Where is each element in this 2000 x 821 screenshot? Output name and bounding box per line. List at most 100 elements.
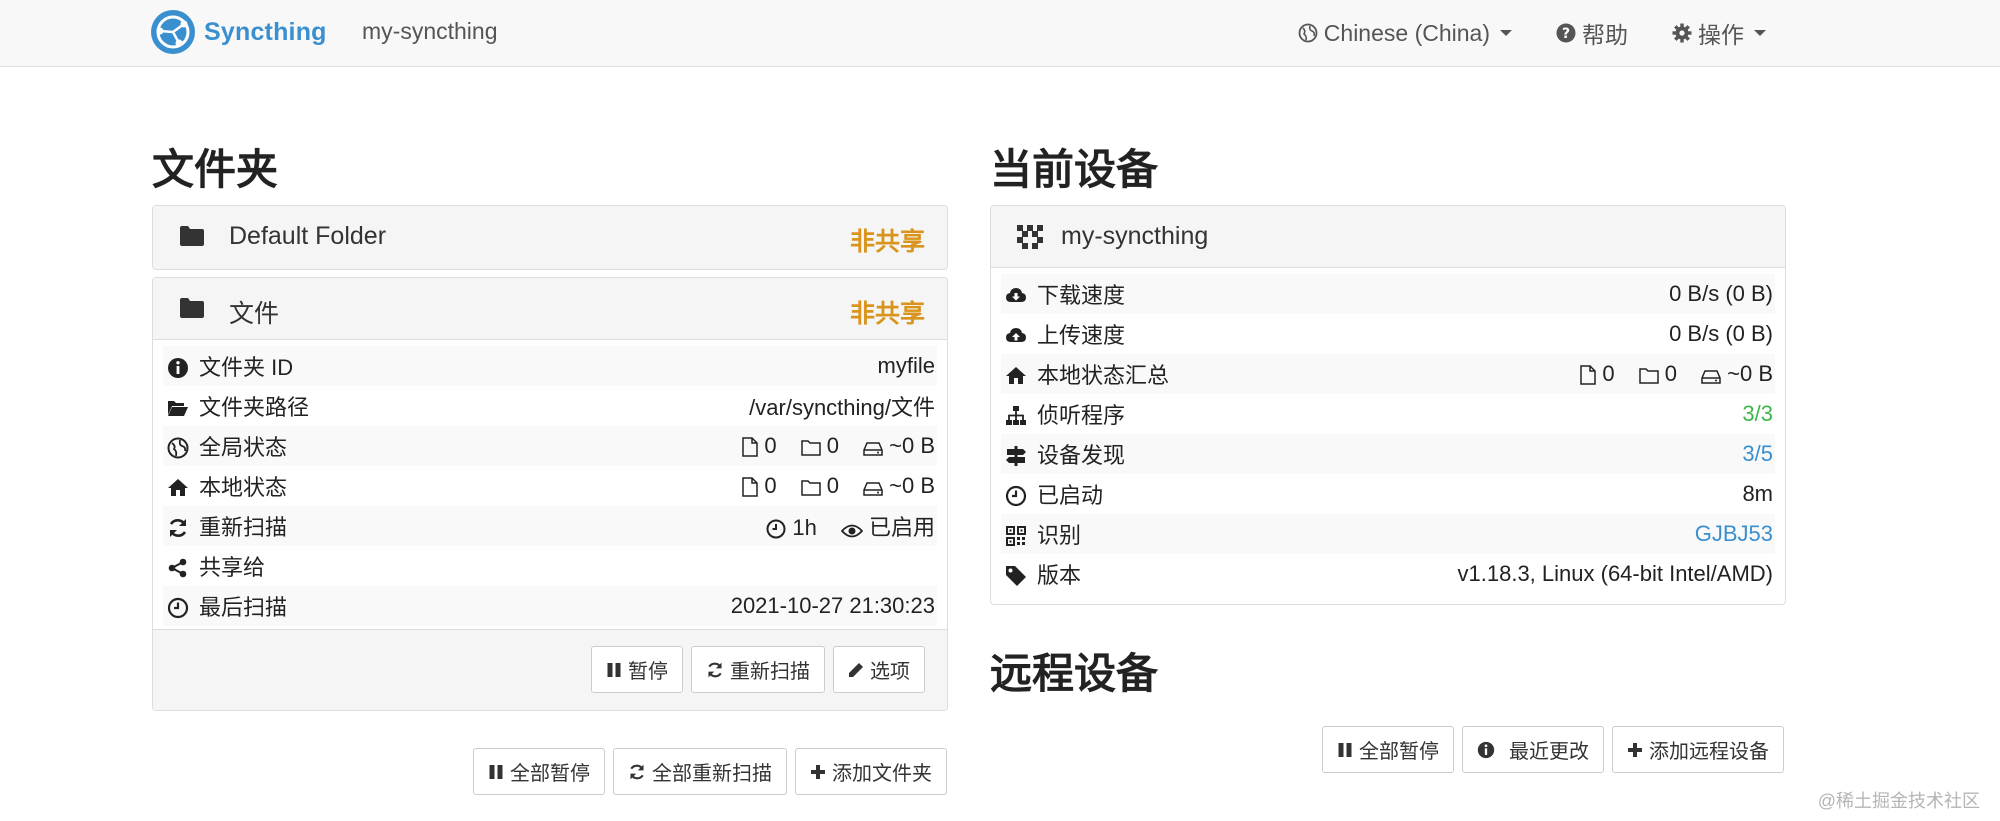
watermark: @稀土掘金技术社区 xyxy=(1817,791,1980,811)
recent-changes-label: 最近更改 xyxy=(1509,741,1589,763)
device-id-link[interactable]: GJBJ53 xyxy=(1695,521,1773,546)
home-icon xyxy=(168,479,188,496)
question-circle-icon: ? xyxy=(1556,23,1576,43)
upload-rate-label: 上传速度 xyxy=(1037,323,1126,348)
table-row: 重新扫描 1h 已启用 xyxy=(163,506,937,546)
eye-icon xyxy=(840,524,863,538)
recent-changes-button[interactable]: 最近更改 xyxy=(1462,726,1604,773)
device-size: ~0 B xyxy=(1727,361,1773,386)
pause-icon xyxy=(489,764,503,779)
file-icon xyxy=(742,477,759,497)
folder-status-badge: 非共享 xyxy=(849,300,925,328)
hdd-icon xyxy=(863,442,883,456)
brand-name: Syncthing xyxy=(204,17,327,46)
pause-all-folders-button[interactable]: 全部暂停 xyxy=(473,748,605,795)
add-folder-button[interactable]: 添加文件夹 xyxy=(795,748,947,795)
uptime-value: 8m xyxy=(1742,481,1773,506)
file-icon xyxy=(742,437,759,457)
global-files-count: 0 xyxy=(764,433,777,458)
local-files-count: 0 xyxy=(764,473,777,498)
this-device-panel: my-syncthing 下载速度 0 B/s (0 B) 上传速度 0 B/s… xyxy=(990,205,1786,605)
refresh-icon xyxy=(169,519,187,537)
download-rate-label: 下载速度 xyxy=(1037,283,1126,308)
folder-title: Default Folder xyxy=(229,222,387,250)
rescan-all-label: 全部重新扫描 xyxy=(652,763,772,785)
folder-path-label: 文件夹路径 xyxy=(199,395,310,420)
rescan-folder-button[interactable]: 重新扫描 xyxy=(691,646,825,693)
folders-heading: 文件夹 xyxy=(152,146,279,193)
help-link[interactable]: ? 帮助 xyxy=(1556,16,1628,50)
last-scan-label: 最后扫描 xyxy=(199,595,288,620)
table-row: 上传速度 0 B/s (0 B) xyxy=(1001,314,1775,354)
folder-outline-icon xyxy=(1639,368,1659,384)
folder-panel-files: 文件 非共享 文件夹 ID myfile 文件夹路径 /var/syncthin… xyxy=(152,277,948,711)
clock-icon xyxy=(766,519,786,539)
hdd-icon xyxy=(863,482,883,496)
syncthing-logo-icon xyxy=(151,10,195,54)
table-row: 已启动 8m xyxy=(1001,474,1775,514)
this-device-table: 下载速度 0 B/s (0 B) 上传速度 0 B/s (0 B) 本地状态汇总… xyxy=(1001,274,1775,594)
pause-folder-button[interactable]: 暂停 xyxy=(591,646,683,693)
pencil-icon xyxy=(849,662,863,677)
listeners-value[interactable]: 3/3 xyxy=(1742,401,1773,426)
table-row: 本地状态汇总 0 0 ~0 B xyxy=(1001,354,1775,394)
svg-text:?: ? xyxy=(1562,26,1570,42)
table-row: 文件夹路径 /var/syncthing/文件 xyxy=(163,386,937,426)
folder-id-value: myfile xyxy=(877,353,935,378)
cloud-upload-icon xyxy=(1006,328,1026,342)
clock-icon xyxy=(1005,485,1027,507)
version-label: 版本 xyxy=(1037,563,1082,588)
table-row: 文件夹 ID myfile xyxy=(163,346,937,386)
folder-open-icon xyxy=(168,401,188,416)
tag-icon xyxy=(1006,566,1026,586)
language-dropdown[interactable]: Chinese (China) xyxy=(1298,20,1512,47)
folder-outline-icon xyxy=(801,440,821,456)
folder-details-table: 文件夹 ID myfile 文件夹路径 /var/syncthing/文件 全局… xyxy=(163,346,937,626)
add-folder-label: 添加文件夹 xyxy=(832,763,932,785)
table-row: 设备发现 3/5 xyxy=(1001,434,1775,474)
actions-dropdown[interactable]: 操作 xyxy=(1672,16,1766,50)
actions-label: 操作 xyxy=(1698,22,1744,48)
this-device-header[interactable]: my-syncthing xyxy=(991,206,1785,268)
navbar: Syncthing my-syncthing Chinese (China) ?… xyxy=(0,0,2000,67)
table-row: 全局状态 0 0 ~0 B xyxy=(163,426,937,466)
global-dirs-count: 0 xyxy=(826,433,839,458)
folder-panel-header[interactable]: 文件 非共享 xyxy=(153,278,947,340)
pause-all-devices-label: 全部暂停 xyxy=(1359,741,1439,763)
table-row: 本地状态 0 0 ~0 B xyxy=(163,466,937,506)
share-icon xyxy=(168,558,187,578)
add-remote-device-button[interactable]: 添加远程设备 xyxy=(1612,726,1784,773)
device-files-count: 0 xyxy=(1602,361,1615,386)
info-circle-icon xyxy=(1477,741,1495,758)
discovery-value[interactable]: 3/5 xyxy=(1742,441,1773,466)
listeners-label: 侦听程序 xyxy=(1037,403,1126,428)
folder-title: 文件 xyxy=(229,300,280,328)
hdd-icon xyxy=(1701,370,1721,384)
chevron-down-icon xyxy=(1754,30,1766,36)
brand[interactable]: Syncthing xyxy=(150,8,327,56)
navbar-device-name: my-syncthing xyxy=(362,18,498,44)
local-size: ~0 B xyxy=(889,473,935,498)
folder-panel-footer: 暂停 重新扫描 选项 xyxy=(153,629,947,710)
folder-options-button[interactable]: 选项 xyxy=(833,646,925,693)
folder-outline-icon xyxy=(801,480,821,496)
uptime-label: 已启动 xyxy=(1037,483,1104,508)
this-device-name: my-syncthing xyxy=(1061,222,1209,250)
rescan-all-button[interactable]: 全部重新扫描 xyxy=(613,748,787,795)
shared-with-label: 共享给 xyxy=(199,555,266,580)
folder-status-badge: 非共享 xyxy=(849,228,925,256)
pause-icon xyxy=(607,662,621,677)
this-device-heading: 当前设备 xyxy=(990,146,1159,193)
discovery-label: 设备发现 xyxy=(1037,443,1126,468)
pause-all-devices-button[interactable]: 全部暂停 xyxy=(1322,726,1454,773)
plus-icon xyxy=(811,764,825,779)
identification-label: 识别 xyxy=(1037,523,1082,548)
globe-icon xyxy=(167,437,189,459)
pause-folder-label: 暂停 xyxy=(628,661,668,683)
upload-rate-value: 0 B/s (0 B) xyxy=(1669,321,1773,346)
folder-panel-default[interactable]: Default Folder 非共享 xyxy=(152,205,948,270)
table-row: 最后扫描 2021-10-27 21:30:23 xyxy=(163,586,937,626)
home-icon xyxy=(1006,367,1026,384)
rescan-label: 重新扫描 xyxy=(199,515,288,540)
refresh-icon xyxy=(708,662,722,677)
